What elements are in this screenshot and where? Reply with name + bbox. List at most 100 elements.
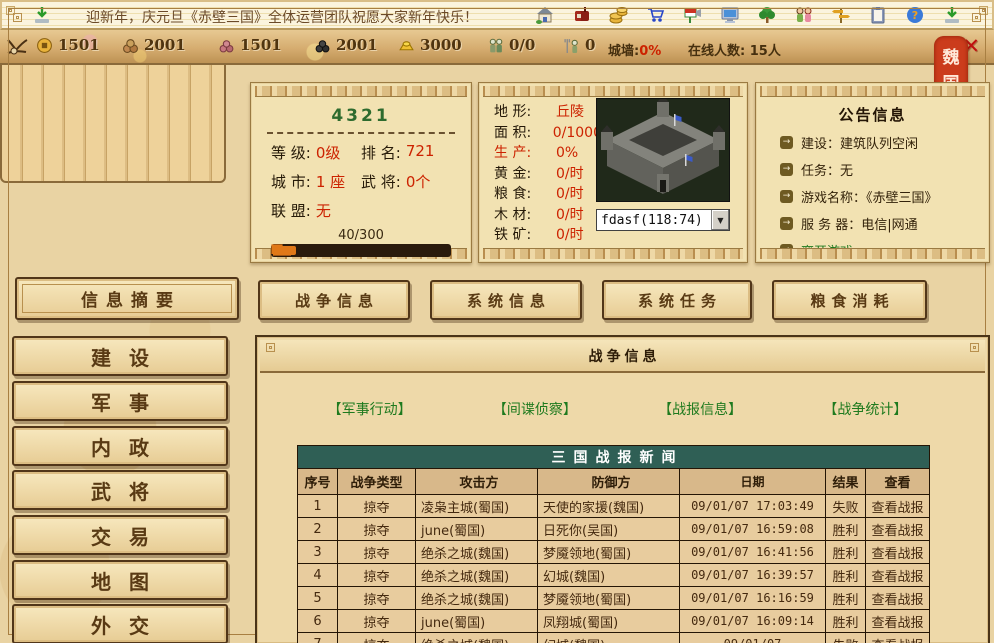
- tab-label: 粮食消耗: [804, 290, 894, 311]
- sidebar-item-map[interactable]: 地图: [12, 560, 228, 600]
- tab-system-task[interactable]: 系统任务: [602, 280, 752, 320]
- stat-level: 等 级:0级: [271, 142, 361, 163]
- sidebar-item-military[interactable]: 军事: [12, 381, 228, 421]
- dropdown-arrow-icon[interactable]: ▼: [711, 210, 729, 230]
- table-cell: june(蜀国): [416, 518, 538, 541]
- stat-production: 生 产:0%: [494, 143, 602, 164]
- sidebar-item-internal-affairs[interactable]: 内政: [12, 426, 228, 466]
- table-cell: 胜利: [826, 564, 866, 587]
- tab-war-info[interactable]: 战争信息: [258, 280, 410, 320]
- table-cell: 梦魇领地(蜀国): [538, 541, 680, 564]
- table-cell: 4: [298, 564, 338, 587]
- table-cell: 6: [298, 610, 338, 633]
- table-row: 7掠夺绝杀之城(魏国)幻城(魏国)09/01/07失败查看战报: [298, 633, 930, 643]
- table-cell: 掠夺: [338, 495, 416, 518]
- table-cell: 失败: [826, 633, 866, 643]
- sidebar-item-build[interactable]: 建设: [12, 336, 228, 376]
- sidebar-item-label: 军事: [73, 387, 167, 416]
- link-spy-scout[interactable]: 【间谍侦察】: [493, 399, 577, 419]
- link-war-statistics[interactable]: 【战争统计】: [823, 399, 907, 419]
- stat-wood-rate: 木 材:0/时: [494, 205, 602, 226]
- panel-fringe: [483, 86, 743, 97]
- sidebar-item-generals[interactable]: 武将: [12, 470, 228, 510]
- view-report-link[interactable]: 查看战报: [866, 541, 930, 564]
- stat-cities: 城 市:1 座: [271, 171, 361, 192]
- corner-ornament: [972, 13, 981, 22]
- link-battle-report[interactable]: 【战报信息】: [658, 399, 742, 419]
- sidebar-item-label: 武将: [73, 476, 167, 505]
- table-cell: 09/01/07 16:16:59: [680, 587, 826, 610]
- table-cell: 胜利: [826, 518, 866, 541]
- view-report-link[interactable]: 查看战报: [866, 610, 930, 633]
- progress-hook-icon: [269, 240, 293, 260]
- link-military-action[interactable]: 【军事行动】: [328, 399, 412, 419]
- sidebar-item-label: 内政: [73, 432, 167, 461]
- table-row: 2掠夺june(蜀国)日死你(吴国)09/01/07 16:59:08胜利查看战…: [298, 518, 930, 541]
- announcement-build: →建设：建筑队列空闲: [780, 133, 989, 152]
- announcement-task: →任务：无: [780, 160, 989, 179]
- table-title: 三国战报新闻: [298, 446, 930, 469]
- view-report-link[interactable]: 查看战报: [866, 518, 930, 541]
- tab-summary[interactable]: 信息摘要: [15, 277, 239, 320]
- table-row: 5掠夺绝杀之城(魏国)梦魇领地(蜀国)09/01/07 16:16:59胜利查看…: [298, 587, 930, 610]
- sidebar-item-label: 地图: [73, 566, 167, 595]
- sidebar-item-label: 外交: [73, 610, 167, 639]
- view-report-link[interactable]: 查看战报: [866, 633, 930, 643]
- table-cell: 掠夺: [338, 541, 416, 564]
- corner-ornament: [970, 343, 979, 352]
- view-report-link[interactable]: 查看战报: [866, 587, 930, 610]
- tab-label: 系统任务: [632, 290, 722, 311]
- table-cell: 掠夺: [338, 610, 416, 633]
- table-cell: 胜利: [826, 610, 866, 633]
- table-cell: 幻城(魏国): [538, 633, 680, 643]
- tab-system-info[interactable]: 系统信息: [430, 280, 582, 320]
- panel-fringe: [255, 86, 467, 97]
- table-cell: 1: [298, 495, 338, 518]
- column-header: 战争类型: [338, 469, 416, 495]
- war-info-content: 战争信息 【军事行动】 【间谍侦察】 【战报信息】 【战争统计】 三国战报新闻序…: [255, 335, 990, 643]
- table-cell: 天使的家援(魏国): [538, 495, 680, 518]
- panel-fringe: [760, 248, 985, 259]
- tab-food-consumption[interactable]: 粮食消耗: [772, 280, 927, 320]
- content-header-title: 战争信息: [585, 346, 661, 366]
- table-cell: 掠夺: [338, 564, 416, 587]
- arrow-bullet-icon: →: [780, 163, 793, 176]
- announcement-panel: 公告信息 →建设：建筑队列空闲 →任务：无 →游戏名称：《赤壁三国》 →服 务 …: [755, 82, 990, 263]
- tab-label: 战争信息: [289, 290, 379, 311]
- table-cell: 幻城(魏国): [538, 564, 680, 587]
- table-cell: 凤翔城(蜀国): [538, 610, 680, 633]
- table-cell: 09/01/07 16:39:57: [680, 564, 826, 587]
- progress-bar: [271, 244, 451, 257]
- column-header: 查看: [866, 469, 930, 495]
- column-header: 日期: [680, 469, 826, 495]
- war-table-body: 三国战报新闻序号战争类型攻击方防御方日期结果查看1掠夺凌枭主城(蜀国)天使的家援…: [298, 446, 930, 643]
- table-header-row: 序号战争类型攻击方防御方日期结果查看: [298, 469, 930, 495]
- city-stats: 地 形:丘陵 面 积:0/1000 生 产:0% 黄 金:0/时 粮 食:0/时…: [494, 102, 602, 246]
- sidebar-item-trade[interactable]: 交易: [12, 515, 228, 555]
- sidebar-item-diplomacy[interactable]: 外交: [12, 604, 228, 643]
- stat-generals: 武 将:0个: [361, 171, 451, 192]
- view-report-link[interactable]: 查看战报: [866, 495, 930, 518]
- war-links: 【军事行动】 【间谍侦察】 【战报信息】 【战争统计】: [287, 399, 948, 419]
- sidebar-item-label: 交易: [73, 521, 167, 550]
- table-cell: 5: [298, 587, 338, 610]
- content-header: 战争信息: [260, 340, 985, 373]
- stat-area: 面 积:0/1000: [494, 123, 602, 144]
- table-cell: 7: [298, 633, 338, 643]
- corner-ornament: [266, 343, 275, 352]
- table-cell: 胜利: [826, 587, 866, 610]
- table-cell: 09/01/07: [680, 633, 826, 643]
- war-report-table: 三国战报新闻序号战争类型攻击方防御方日期结果查看1掠夺凌枭主城(蜀国)天使的家援…: [297, 445, 930, 643]
- city-selector[interactable]: fdasf(118:74) ▼: [596, 209, 730, 231]
- table-cell: 2: [298, 518, 338, 541]
- stat-terrain: 地 形:丘陵: [494, 102, 602, 123]
- announcement-title: 公告信息: [756, 104, 989, 125]
- table-cell: 3: [298, 541, 338, 564]
- column-header: 攻击方: [416, 469, 538, 495]
- kingdom-panel: 魏国: [0, 0, 226, 183]
- view-report-link[interactable]: 查看战报: [866, 564, 930, 587]
- table-cell: 09/01/07 16:09:14: [680, 610, 826, 633]
- player-name: 4321: [251, 106, 471, 126]
- table-cell: june(蜀国): [416, 610, 538, 633]
- tab-frame: [22, 284, 232, 313]
